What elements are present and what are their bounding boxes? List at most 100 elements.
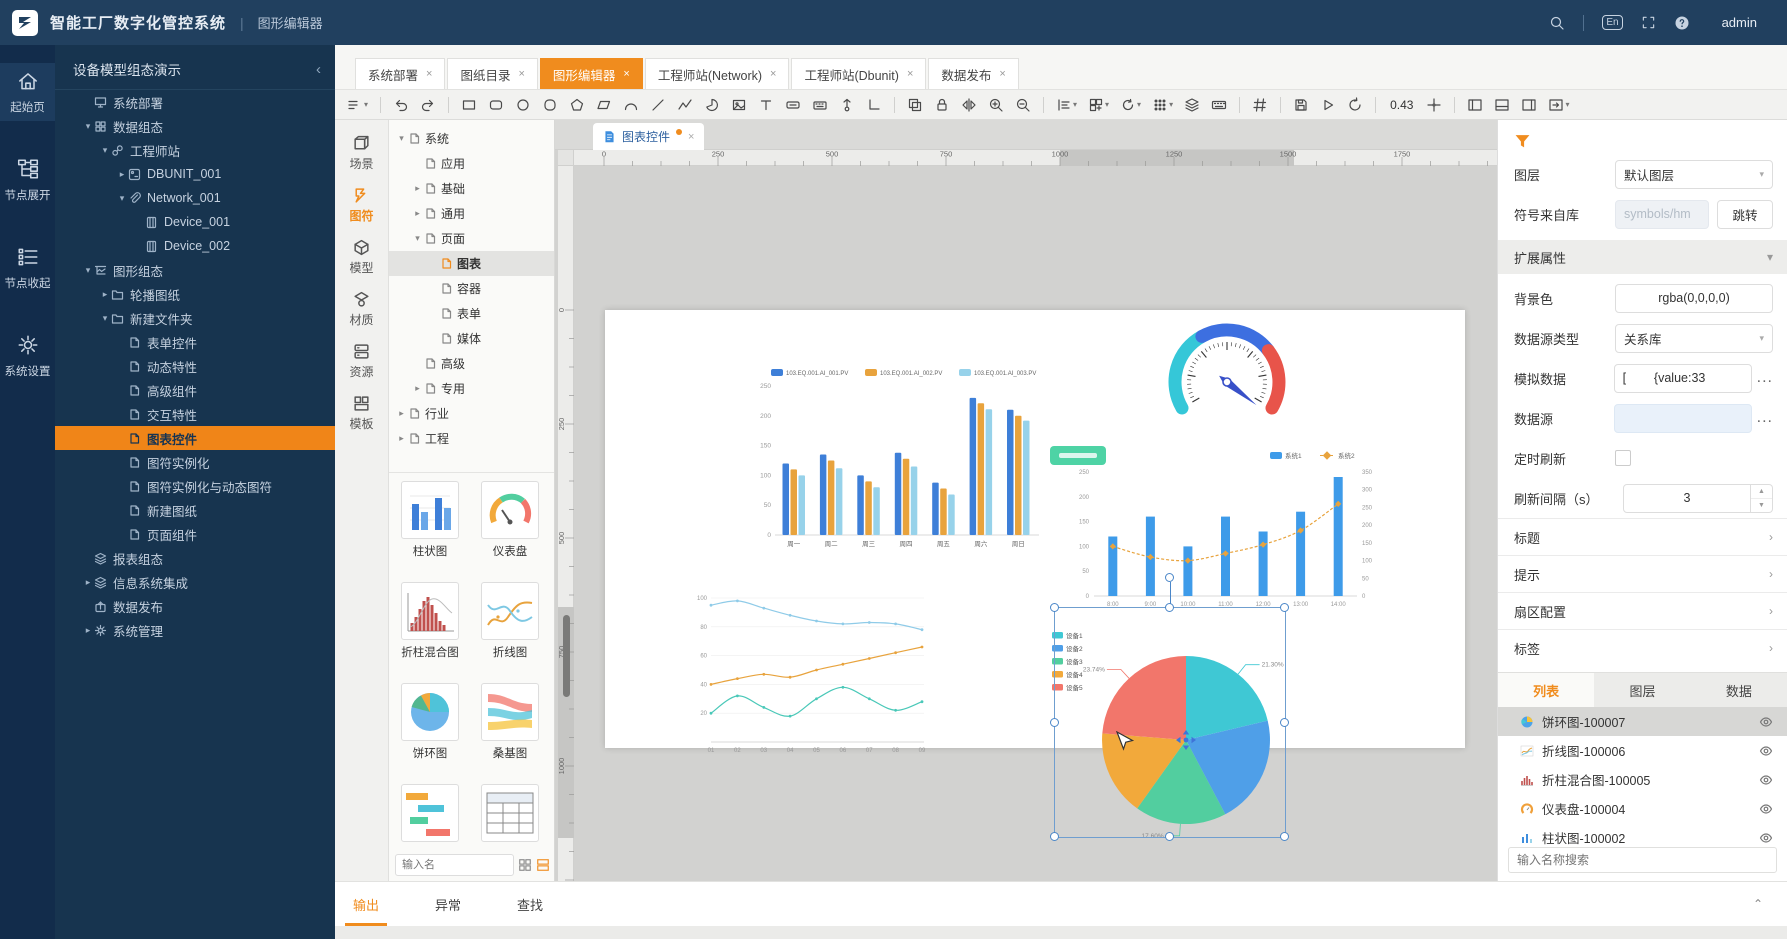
- palette-tab-场景[interactable]: 场景: [349, 134, 374, 172]
- section-标签[interactable]: 标签 ›: [1498, 629, 1787, 666]
- selection-handle[interactable]: [1165, 603, 1174, 612]
- close-tab-icon[interactable]: ×: [426, 68, 432, 80]
- tool-l-shape[interactable]: [864, 95, 884, 115]
- tool-keyboard-sm[interactable]: [810, 95, 830, 115]
- tool-layers[interactable]: [1182, 95, 1202, 115]
- tool-hash[interactable]: [1250, 95, 1270, 115]
- selection-handle[interactable]: [1280, 717, 1289, 727]
- expander-icon[interactable]: ▾: [99, 145, 111, 156]
- rail-item-expand-nodes[interactable]: 节点展开: [0, 151, 55, 209]
- selection-handle[interactable]: [1280, 832, 1289, 841]
- tree-item[interactable]: Device_001: [55, 210, 335, 234]
- canvas-viewport[interactable]: 103.EQ.001.AI_001.PV 103.EQ.001.AI_002.PV…: [574, 166, 1497, 881]
- tool-pie[interactable]: [702, 95, 722, 115]
- more-button[interactable]: ...: [1757, 369, 1773, 387]
- palette-tab-模板[interactable]: 模板: [349, 394, 374, 432]
- tree-item[interactable]: ▸ DBUNIT_001: [55, 162, 335, 186]
- step-up-icon[interactable]: ▲: [1751, 485, 1772, 499]
- objects-tab-图层[interactable]: 图层: [1594, 673, 1690, 707]
- tab-工程师站(Network)[interactable]: 工程师站(Network) ×: [644, 58, 790, 89]
- expander-icon[interactable]: ▸: [411, 183, 424, 194]
- section-扇区配置[interactable]: 扇区配置 ›: [1498, 592, 1787, 629]
- palette-card-仪表盘[interactable]: 仪表盘: [479, 481, 541, 568]
- object-list-item[interactable]: 饼环图-100007: [1498, 707, 1787, 736]
- palette-card-gantt[interactable]: [399, 784, 461, 851]
- selection-box[interactable]: [1050, 573, 1289, 841]
- palette-tab-图符[interactable]: 图符: [349, 186, 374, 224]
- section-标题[interactable]: 标题 ›: [1498, 518, 1787, 555]
- expander-icon[interactable]: ▸: [395, 408, 408, 419]
- tool-save[interactable]: [1291, 95, 1311, 115]
- expander-icon[interactable]: ▸: [411, 208, 424, 219]
- objects-tab-数据[interactable]: 数据: [1691, 673, 1787, 707]
- palette-tree-item[interactable]: ▾ 系统: [389, 126, 554, 151]
- close-tab-icon[interactable]: ×: [770, 68, 776, 80]
- close-tab-icon[interactable]: ×: [999, 68, 1005, 80]
- close-tab-icon[interactable]: ×: [623, 68, 629, 80]
- tree-item[interactable]: 动态特性: [55, 354, 335, 378]
- tool-zoom-out[interactable]: [1013, 95, 1033, 115]
- expander-icon[interactable]: ▸: [116, 169, 128, 180]
- selection-handle[interactable]: [1050, 832, 1059, 841]
- tool-zoom-in[interactable]: [986, 95, 1006, 115]
- close-tab-icon[interactable]: ×: [907, 68, 913, 80]
- selection-handle[interactable]: [1050, 603, 1059, 612]
- palette-tree-item[interactable]: 应用: [389, 151, 554, 176]
- eye-icon[interactable]: [1759, 831, 1773, 845]
- tool-polyline[interactable]: [675, 95, 695, 115]
- eye-icon[interactable]: [1759, 715, 1773, 729]
- tool-refresh[interactable]: [1345, 95, 1365, 115]
- object-list-item[interactable]: 折线图-100006: [1498, 736, 1787, 765]
- tree-item[interactable]: 页面组件: [55, 522, 335, 546]
- palette-tree-item[interactable]: ▸ 行业: [389, 401, 554, 426]
- expander-icon[interactable]: ▾: [411, 233, 424, 244]
- palette-tree-item[interactable]: ▸ 基础: [389, 176, 554, 201]
- palette-tree-item[interactable]: ▾ 页面: [389, 226, 554, 251]
- close-drawing-icon[interactable]: ×: [688, 131, 694, 143]
- canvas-vertical-scrollbar[interactable]: [563, 615, 570, 697]
- eye-icon[interactable]: [1759, 744, 1773, 758]
- tree-item[interactable]: ▸ 信息系统集成: [55, 570, 335, 594]
- tool-lock[interactable]: [932, 95, 952, 115]
- palette-search-input[interactable]: [395, 854, 514, 876]
- tool-rotate[interactable]: ▾: [1118, 95, 1143, 115]
- gauge-widget[interactable]: [1150, 308, 1305, 448]
- tree-item[interactable]: ▾ 工程师站: [55, 138, 335, 162]
- more-button[interactable]: ...: [1757, 409, 1773, 427]
- input-刷新间隔（s）[interactable]: 3: [1623, 483, 1751, 513]
- tree-item[interactable]: 系统部署: [55, 90, 335, 114]
- palette-tab-模型[interactable]: 模型: [349, 238, 374, 276]
- expander-icon[interactable]: ▾: [116, 193, 128, 204]
- tool-squircle[interactable]: [540, 95, 560, 115]
- palette-tree-item[interactable]: ▸ 工程: [389, 426, 554, 451]
- tool-text[interactable]: [756, 95, 776, 115]
- expander-icon[interactable]: ▾: [82, 265, 94, 276]
- tree-item[interactable]: ▸ 系统管理: [55, 618, 335, 642]
- eye-icon[interactable]: [1759, 802, 1773, 816]
- filter-icon[interactable]: [1514, 133, 1531, 150]
- tool-dot-grid[interactable]: ▾: [1150, 95, 1175, 115]
- rail-item-gear[interactable]: 系统设置: [0, 327, 55, 385]
- palette-card-折线图[interactable]: 折线图: [479, 582, 541, 669]
- tree-item[interactable]: 新建图纸: [55, 498, 335, 522]
- drawing-tab[interactable]: 图表控件 ×: [593, 123, 705, 150]
- rail-item-collapse-nodes[interactable]: 节点收起: [0, 239, 55, 297]
- tool-anchor-pin[interactable]: [837, 95, 857, 115]
- tool-image[interactable]: [729, 95, 749, 115]
- expander-icon[interactable]: ▸: [99, 289, 111, 300]
- input-符号来自库[interactable]: symbols/hm: [1615, 199, 1709, 229]
- tool-export[interactable]: ▾: [1546, 95, 1571, 115]
- selection-handle[interactable]: [1050, 717, 1059, 727]
- select-图层[interactable]: 默认图层 ▾: [1615, 159, 1773, 189]
- tab-图纸目录[interactable]: 图纸目录 ×: [447, 58, 538, 89]
- rail-item-home[interactable]: 起始页: [0, 63, 55, 121]
- list-view-icon[interactable]: [536, 858, 550, 872]
- tab-系统部署[interactable]: 系统部署 ×: [355, 58, 446, 89]
- tool-play[interactable]: [1318, 95, 1338, 115]
- bar-chart-widget[interactable]: 103.EQ.001.AI_001.PV 103.EQ.001.AI_002.PV…: [745, 362, 1045, 567]
- section-扩展属性[interactable]: 扩展属性 ▾: [1498, 240, 1787, 274]
- collapse-panel-icon[interactable]: ‹: [316, 61, 321, 78]
- input-数据源[interactable]: [1613, 403, 1752, 433]
- search-icon[interactable]: [1549, 15, 1565, 31]
- tool-menu[interactable]: ▾: [345, 95, 370, 115]
